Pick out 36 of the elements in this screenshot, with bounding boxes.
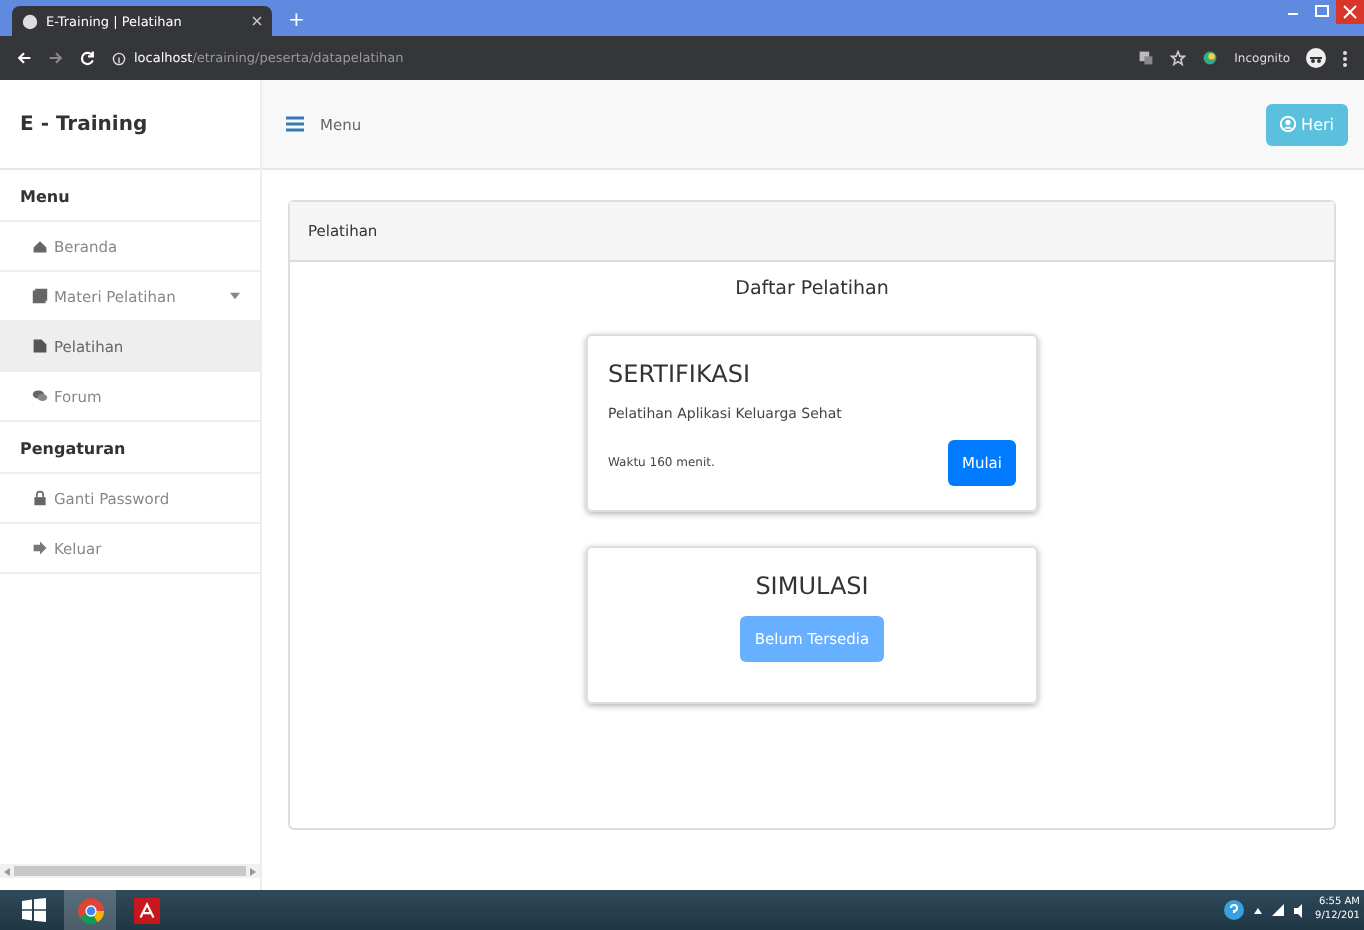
browser-icon[interactable] (77, 897, 103, 923)
section-heading: Pengaturan (0, 422, 260, 474)
brand-title: E - Training (0, 80, 260, 170)
tray-arrow-icon[interactable] (1253, 907, 1262, 913)
section-heading: Menu (0, 170, 260, 222)
book-icon (32, 288, 48, 304)
star-icon[interactable] (1170, 50, 1187, 66)
close-icon[interactable] (1336, 0, 1364, 24)
forward-icon[interactable] (48, 50, 64, 66)
more-icon[interactable] (1342, 49, 1348, 67)
caret-icon[interactable] (230, 292, 240, 300)
speaker-icon[interactable] (1293, 903, 1306, 917)
translate-icon[interactable] (1138, 50, 1155, 66)
lock-icon (32, 490, 48, 506)
extension-icon[interactable] (1202, 50, 1219, 66)
windows-start-icon[interactable] (22, 898, 46, 922)
list-title: Daftar Pelatihan (735, 278, 889, 300)
globe-icon (22, 13, 38, 29)
new-tab-button[interactable]: + (288, 6, 305, 36)
document-icon (32, 338, 48, 354)
user-button[interactable]: Heri (1265, 103, 1348, 145)
house-icon (32, 238, 48, 254)
pdf-reader-icon[interactable] (133, 897, 159, 923)
help-icon[interactable] (1223, 900, 1244, 920)
user-icon (1279, 116, 1296, 132)
exit-icon (32, 540, 48, 556)
incognito-icon[interactable] (1306, 48, 1326, 68)
back-icon[interactable] (16, 50, 32, 66)
reload-icon[interactable] (80, 50, 96, 66)
card-title: SERTIFIKASI (608, 360, 752, 388)
menu-icon[interactable] (286, 116, 304, 132)
signal-icon[interactable] (1271, 904, 1284, 916)
card-title: SIMULASI (755, 572, 869, 600)
info-icon (112, 51, 126, 65)
chat-icon (32, 388, 48, 404)
close-icon[interactable] (252, 16, 262, 26)
